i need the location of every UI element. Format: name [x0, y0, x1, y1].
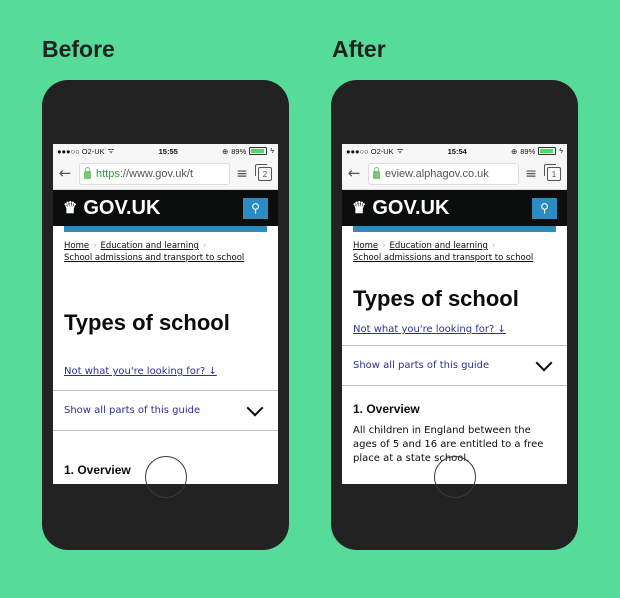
govuk-header: ♛ GOV.UK ⚲	[53, 190, 278, 226]
breadcrumb-education[interactable]: Education and learning	[390, 241, 488, 251]
back-icon[interactable]: ←	[57, 166, 73, 181]
show-all-parts-toggle[interactable]: Show all parts of this guide	[342, 345, 567, 386]
lock-icon	[373, 167, 380, 179]
battery-percent: 89%	[231, 146, 247, 156]
section-heading: 1. Overview	[353, 402, 420, 416]
brand-text: GOV.UK	[372, 196, 450, 219]
url-field[interactable]: https://www.gov.uk/t	[79, 162, 230, 185]
phone-before: ●●●○○ O2-UK ᯤ 15:55 ⊕ 89% ϟ ← https://ww…	[42, 80, 289, 550]
header-blue-bar	[64, 226, 267, 232]
menu-icon[interactable]: ≡	[525, 166, 537, 182]
crown-icon: ♛	[63, 200, 78, 217]
search-icon: ⚲	[540, 201, 549, 215]
brand-text: GOV.UK	[83, 196, 161, 219]
carrier-signal: ●●●○○ O2-UK	[346, 146, 394, 156]
chevron-down-icon	[246, 399, 264, 416]
not-looking-link[interactable]: Not what you're looking for? ↓	[353, 324, 556, 335]
after-label: After	[332, 36, 386, 62]
before-label: Before	[42, 36, 115, 62]
chevron-right-icon: ›	[93, 241, 97, 251]
lock-icon	[84, 167, 91, 179]
rotation-lock-icon: ⊕	[510, 146, 518, 156]
battery-icon	[538, 147, 557, 155]
search-icon: ⚲	[251, 201, 260, 215]
wifi-icon: ᯤ	[396, 146, 404, 155]
rotation-lock-icon: ⊕	[221, 146, 229, 156]
status-bar: ●●●○○ O2-UK ᯤ 15:55 ⊕ 89% ϟ	[53, 144, 278, 158]
breadcrumb-home[interactable]: Home	[64, 241, 89, 251]
home-button[interactable]	[434, 456, 476, 498]
header-blue-bar	[353, 226, 556, 232]
charging-icon: ϟ	[270, 147, 274, 155]
status-time: 15:55	[158, 146, 178, 156]
status-time: 15:54	[447, 146, 467, 156]
breadcrumb-home[interactable]: Home	[353, 241, 378, 251]
breadcrumb: Home › Education and learning › School admi…	[64, 240, 267, 264]
govuk-logo[interactable]: ♛ GOV.UK	[352, 197, 449, 220]
chevron-down-icon	[535, 354, 553, 371]
charging-icon: ϟ	[559, 147, 563, 155]
chevron-right-icon: ›	[202, 241, 207, 251]
tabs-icon[interactable]: 1	[544, 163, 561, 181]
page-title: Types of school	[64, 310, 230, 335]
address-bar: ← eview.alphagov.co.uk ≡ 1	[342, 158, 567, 190]
phone-after: ●●●○○ O2-UK ᯤ 15:54 ⊕ 89% ϟ ← eview.alph…	[331, 80, 578, 550]
screen-before: ●●●○○ O2-UK ᯤ 15:55 ⊕ 89% ϟ ← https://ww…	[53, 144, 278, 484]
carrier-signal: ●●●○○ O2-UK	[57, 146, 105, 156]
battery-icon	[249, 147, 268, 155]
show-all-label: Show all parts of this guide	[353, 360, 490, 371]
search-button[interactable]: ⚲	[243, 197, 268, 219]
govuk-logo[interactable]: ♛ GOV.UK	[63, 197, 160, 220]
breadcrumb-education[interactable]: Education and learning	[101, 241, 199, 251]
home-button[interactable]	[145, 456, 187, 498]
url-scheme: https	[96, 167, 120, 180]
chevron-right-icon: ›	[491, 241, 496, 251]
not-looking-link[interactable]: Not what you're looking for? ↓	[64, 366, 267, 377]
battery-percent: 89%	[520, 146, 536, 156]
search-button[interactable]: ⚲	[532, 197, 557, 219]
breadcrumb-admissions[interactable]: School admissions and transport to schoo…	[64, 253, 244, 263]
govuk-header: ♛ GOV.UK ⚲	[342, 190, 567, 226]
tabs-icon[interactable]: 2	[255, 163, 272, 181]
crown-icon: ♛	[352, 200, 367, 217]
url-text: eview.alphagov.co.uk	[385, 167, 489, 180]
menu-icon[interactable]: ≡	[236, 166, 248, 182]
url-field[interactable]: eview.alphagov.co.uk	[368, 162, 519, 185]
back-icon[interactable]: ←	[346, 166, 362, 181]
chevron-right-icon: ›	[382, 241, 386, 251]
show-all-parts-toggle[interactable]: Show all parts of this guide	[53, 390, 278, 431]
breadcrumb: Home › Education and learning › School admi…	[353, 240, 556, 264]
status-bar: ●●●○○ O2-UK ᯤ 15:54 ⊕ 89% ϟ	[342, 144, 567, 158]
show-all-label: Show all parts of this guide	[64, 405, 201, 416]
screen-after: ●●●○○ O2-UK ᯤ 15:54 ⊕ 89% ϟ ← eview.alph…	[342, 144, 567, 484]
url-text: ://www.gov.uk/t	[119, 167, 194, 180]
page-title: Types of school	[353, 286, 519, 311]
breadcrumb-admissions[interactable]: School admissions and transport to schoo…	[353, 253, 533, 263]
address-bar: ← https://www.gov.uk/t ≡ 2	[53, 158, 278, 190]
wifi-icon: ᯤ	[107, 146, 115, 155]
